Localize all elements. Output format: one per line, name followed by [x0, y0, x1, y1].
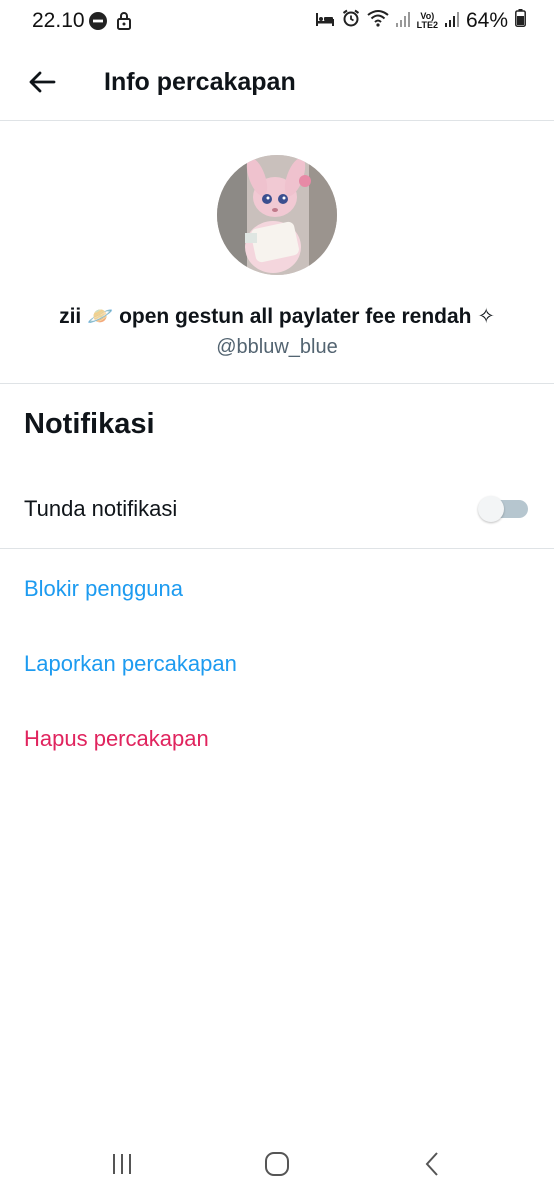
system-nav-bar — [0, 1128, 554, 1200]
signal-strong-icon — [444, 9, 459, 33]
avatar-image — [217, 155, 337, 275]
battery-icon — [515, 9, 526, 33]
block-user-button[interactable]: Blokir pengguna — [24, 576, 183, 602]
back-arrow-icon — [29, 71, 56, 93]
battery-percent: 64% — [465, 9, 508, 32]
recent-apps-button[interactable] — [102, 1144, 142, 1184]
lock-icon — [116, 11, 132, 36]
home-icon — [265, 1152, 289, 1176]
toggle-thumb — [478, 496, 504, 522]
profile-section: zii 🪐 open gestun all paylater fee renda… — [0, 121, 554, 384]
app-bar: Info percakapan — [0, 44, 554, 121]
snooze-notifications-row[interactable]: Tunda notifikasi — [0, 476, 554, 549]
signal-weak-icon — [395, 9, 410, 33]
wifi-icon — [367, 9, 389, 33]
status-time: 22.10 — [32, 9, 85, 32]
back-button[interactable] — [22, 64, 62, 100]
snooze-notifications-label: Tunda notifikasi — [24, 496, 178, 521]
alarm-icon — [342, 9, 360, 33]
display-name: zii 🪐 open gestun all paylater fee renda… — [59, 305, 495, 328]
user-handle: @bbluw_blue — [216, 336, 338, 358]
notifications-heading: Notifikasi — [24, 408, 155, 440]
home-button[interactable] — [257, 1144, 297, 1184]
volte-lte2-icon: Vo) LTE2 — [416, 11, 438, 30]
page-title: Info percakapan — [104, 68, 296, 96]
recent-apps-icon — [113, 1154, 131, 1174]
do-not-disturb-icon — [88, 11, 108, 36]
report-conversation-button[interactable]: Laporkan percakapan — [24, 651, 237, 677]
back-nav-button[interactable] — [412, 1144, 452, 1184]
snooze-notifications-toggle[interactable] — [478, 496, 528, 522]
delete-conversation-button[interactable]: Hapus percakapan — [24, 726, 209, 752]
status-bar: 22.10 Vo) LTE2 64% — [0, 0, 554, 44]
avatar[interactable] — [217, 155, 337, 275]
sleep-mode-icon — [315, 9, 335, 33]
chevron-left-icon — [425, 1152, 438, 1176]
